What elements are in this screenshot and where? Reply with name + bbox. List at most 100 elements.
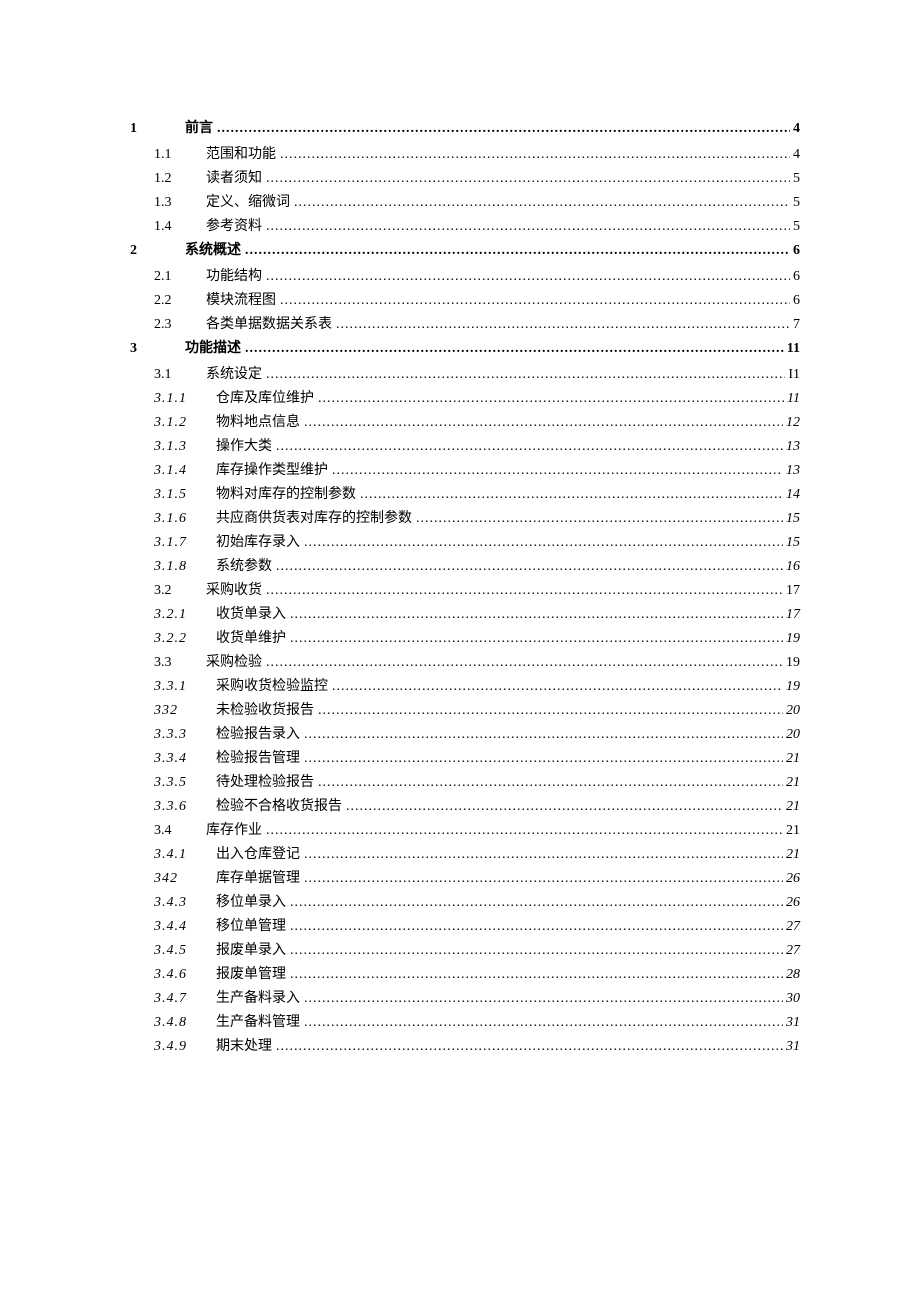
toc-entry[interactable]: 3.3.5待处理检验报告21: [130, 776, 800, 790]
toc-title: 读者须知: [206, 172, 266, 186]
toc-entry[interactable]: 1前言4: [130, 122, 800, 136]
toc-entry[interactable]: 3.3.1采购收货检验监控19: [130, 680, 800, 694]
toc-entry[interactable]: 342库存单据管理26: [130, 872, 800, 886]
toc-entry[interactable]: 3功能描述11: [130, 342, 800, 356]
toc-leader-dots: [280, 148, 790, 162]
toc-page-number: 13: [783, 464, 800, 478]
toc-page-number: 20: [783, 728, 800, 742]
toc-leader-dots: [290, 968, 783, 982]
toc-entry[interactable]: 3.1.2物料地点信息12: [130, 416, 800, 430]
toc-page-number: I1: [785, 368, 800, 382]
toc-page-number: 11: [784, 342, 800, 356]
toc-page-number: 5: [790, 220, 800, 234]
toc-leader-dots: [346, 800, 783, 814]
toc-title: 库存单据管理: [216, 872, 304, 886]
toc-title: 初始库存录入: [216, 536, 304, 550]
toc-entry[interactable]: 3.4.9期末处理31: [130, 1040, 800, 1054]
toc-entry[interactable]: 3.2.2收货单维护19: [130, 632, 800, 646]
toc-title: 操作大类: [216, 440, 276, 454]
toc-leader-dots: [304, 536, 783, 550]
toc-number: 3.3.6: [154, 800, 216, 814]
toc-entry[interactable]: 332未检验收货报告20: [130, 704, 800, 718]
toc-entry[interactable]: 3.3采购检验19: [130, 656, 800, 670]
toc-entry[interactable]: 3.1系统设定I1: [130, 368, 800, 382]
toc-leader-dots: [360, 488, 783, 502]
toc-entry[interactable]: 3.2采购收货17: [130, 584, 800, 598]
toc-number: 3.1.1: [154, 392, 216, 406]
toc-number: 3.4.7: [154, 992, 216, 1006]
toc-entry[interactable]: 3.4.4移位单管理27: [130, 920, 800, 934]
toc-entry[interactable]: 3.3.6检验不合格收货报告21: [130, 800, 800, 814]
toc-number: 3.1.8: [154, 560, 216, 574]
toc-title: 报废单录入: [216, 944, 290, 958]
toc-entry[interactable]: 3.1.1仓库及库位维护11: [130, 392, 800, 406]
toc-entry[interactable]: 1.3定义、缩微词5: [130, 196, 800, 210]
toc-entry[interactable]: 3.1.3操作大类13: [130, 440, 800, 454]
toc-entry[interactable]: 2.1功能结构6: [130, 270, 800, 284]
toc-leader-dots: [266, 584, 783, 598]
toc-page-number: 14: [783, 488, 800, 502]
toc-title: 仓库及库位维护: [216, 392, 318, 406]
toc-entry[interactable]: 3.3.3检验报告录入20: [130, 728, 800, 742]
toc-title: 参考资料: [206, 220, 266, 234]
toc-entry[interactable]: 3.3.4检验报告管理21: [130, 752, 800, 766]
toc-number: 342: [154, 872, 216, 886]
toc-page-number: 31: [783, 1016, 800, 1030]
toc-leader-dots: [304, 872, 783, 886]
toc-leader-dots: [245, 244, 790, 258]
toc-leader-dots: [266, 824, 783, 838]
toc-leader-dots: [266, 656, 783, 670]
toc-entry[interactable]: 3.4.5报废单录入27: [130, 944, 800, 958]
toc-title: 期末处理: [216, 1040, 276, 1054]
toc-number: 1.2: [154, 172, 206, 186]
toc-leader-dots: [290, 632, 783, 646]
toc-number: 3.4.8: [154, 1016, 216, 1030]
toc-number: 3.4: [154, 824, 206, 838]
toc-entry[interactable]: 1.4参考资料5: [130, 220, 800, 234]
toc-page-number: 6: [790, 244, 800, 258]
toc-leader-dots: [266, 270, 790, 284]
toc-number: 3.2.1: [154, 608, 216, 622]
toc-entry[interactable]: 3.4.6报废单管理28: [130, 968, 800, 982]
toc-entry[interactable]: 3.2.1收货单录入 17: [130, 608, 800, 622]
toc-leader-dots: [280, 294, 790, 308]
toc-page-number: 5: [790, 196, 800, 210]
toc-entry[interactable]: 1.1范围和功能4: [130, 148, 800, 162]
toc-entry[interactable]: 1.2读者须知 5: [130, 172, 800, 186]
toc-page-number: 21: [783, 824, 800, 838]
toc-entry[interactable]: 3.1.7初始库存录入15: [130, 536, 800, 550]
toc-number: 2.2: [154, 294, 206, 308]
toc-page-number: 19: [783, 632, 800, 646]
toc-entry[interactable]: 3.4.8生产备料管理31: [130, 1016, 800, 1030]
toc-page-number: 5: [790, 172, 800, 186]
toc-number: 3.3.5: [154, 776, 216, 790]
toc-number: 3.1.4: [154, 464, 216, 478]
toc-entry[interactable]: 2系统概述6: [130, 244, 800, 258]
toc-title: 收货单录入: [216, 608, 290, 622]
toc-number: 3.4.1: [154, 848, 216, 862]
toc-entry[interactable]: 3.4.3移位单录入26: [130, 896, 800, 910]
toc-leader-dots: [332, 464, 783, 478]
toc-number: 3.4.6: [154, 968, 216, 982]
toc-title: 物料地点信息: [216, 416, 304, 430]
toc-leader-dots: [332, 680, 783, 694]
toc-title: 物料对库存的控制参数: [216, 488, 360, 502]
toc-entry[interactable]: 3.1.5物料对库存的控制参数 14: [130, 488, 800, 502]
toc-entry[interactable]: 3.4库存作业21: [130, 824, 800, 838]
toc-entry[interactable]: 2.2模块流程图6: [130, 294, 800, 308]
toc-title: 模块流程图: [206, 294, 280, 308]
toc-title: 采购检验: [206, 656, 266, 670]
toc-entry[interactable]: 2.3各类单据数据关系表7: [130, 318, 800, 332]
toc-entry[interactable]: 3.4.1出入仓库登记21: [130, 848, 800, 862]
toc-entry[interactable]: 3.1.4库存操作类型维护13: [130, 464, 800, 478]
toc-title: 共应商供货表对库存的控制参数: [216, 512, 416, 526]
toc-page-number: 16: [783, 560, 800, 574]
toc-entry[interactable]: 3.1.8系统参数16: [130, 560, 800, 574]
toc-page-number: 17: [783, 608, 800, 622]
toc-leader-dots: [318, 776, 783, 790]
toc-page-number: 27: [783, 920, 800, 934]
toc-entry[interactable]: 3.1.6共应商供货表对库存的控制参数15: [130, 512, 800, 526]
toc-title: 检验报告录入: [216, 728, 304, 742]
toc-number: 3.1.5: [154, 488, 216, 502]
toc-entry[interactable]: 3.4.7生产备料录入30: [130, 992, 800, 1006]
